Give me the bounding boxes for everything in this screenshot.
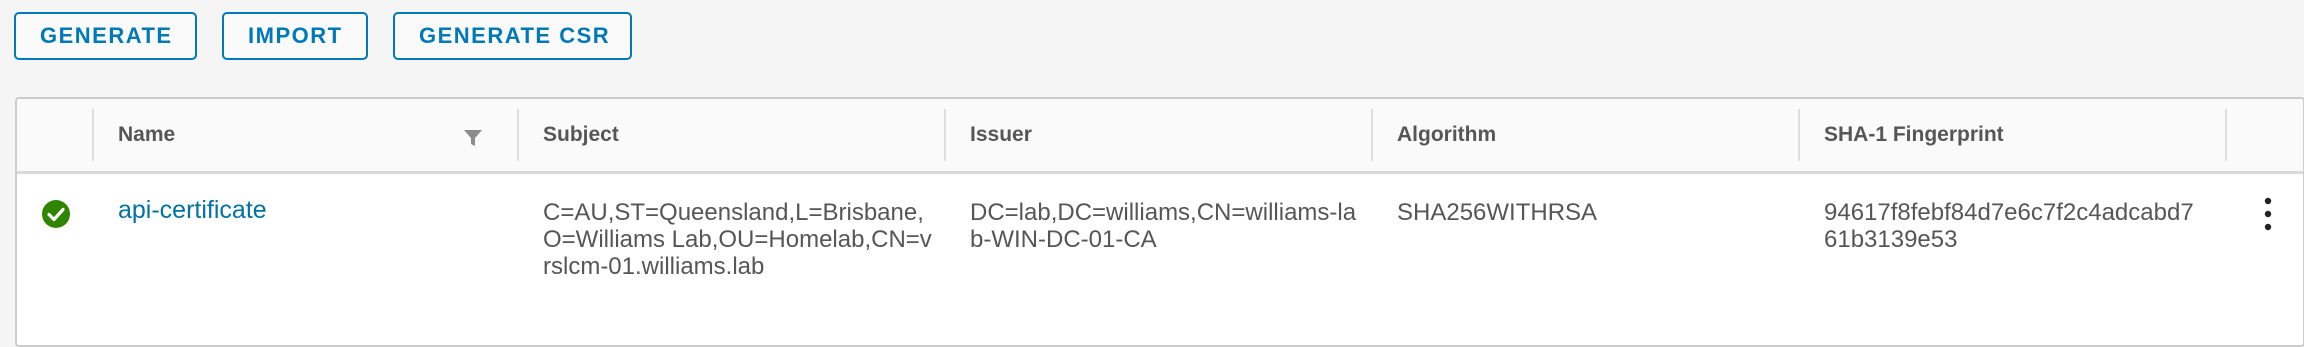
certificate-issuer: DC=lab,DC=williams,CN=williams-lab-WIN-D… <box>970 199 1357 253</box>
column-header-label: Subject <box>543 123 619 146</box>
column-header-label: SHA-1 Fingerprint <box>1824 123 2004 146</box>
certificate-fingerprint: 94617f8febf84d7e6c7f2c4adcabd761b3139e53 <box>1824 199 2194 253</box>
success-check-icon <box>41 199 71 229</box>
datagrid-header: Name Subject Issuer Algorithm SHA-1 Fing… <box>17 99 2303 174</box>
generate-csr-button[interactable]: GENERATE CSR <box>393 12 632 60</box>
certificate-subject: C=AU,ST=Queensland,L=Brisbane,O=Williams… <box>543 199 932 280</box>
column-header-label: Algorithm <box>1397 123 1497 146</box>
column-header-issuer[interactable]: Issuer <box>946 99 1371 171</box>
certificate-name-link[interactable]: api-certificate <box>94 197 494 224</box>
more-vertical-icon[interactable] <box>2260 196 2276 232</box>
column-header-fingerprint[interactable]: SHA-1 Fingerprint <box>1800 99 2225 171</box>
certificate-name[interactable]: api-certificate <box>118 196 267 224</box>
column-header-label: Name <box>118 123 176 146</box>
filter-icon[interactable] <box>462 127 484 149</box>
column-header-subject[interactable]: Subject <box>519 99 944 171</box>
certificates-datagrid: Name Subject Issuer Algorithm SHA-1 Fing… <box>15 97 2304 347</box>
column-separator <box>2225 109 2227 161</box>
import-button[interactable]: IMPORT <box>222 12 368 60</box>
action-toolbar: GENERATE IMPORT GENERATE CSR <box>14 12 632 60</box>
generate-button[interactable]: GENERATE <box>14 12 197 60</box>
certificate-algorithm: SHA256WITHRSA <box>1397 199 1598 226</box>
column-header-label: Issuer <box>970 123 1032 146</box>
column-header-algorithm[interactable]: Algorithm <box>1373 99 1798 171</box>
